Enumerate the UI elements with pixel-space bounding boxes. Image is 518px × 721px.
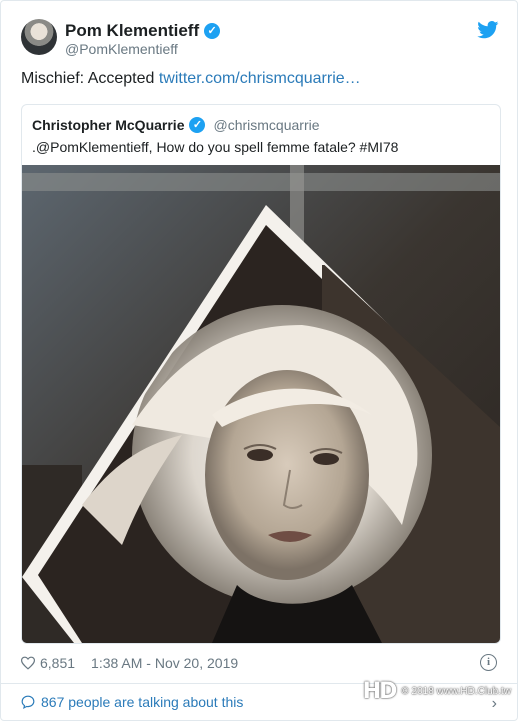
info-icon[interactable]: i <box>480 654 497 671</box>
verified-icon: ✓ <box>204 23 221 39</box>
tweet-text: Mischief: Accepted twitter.com/chrismcqu… <box>21 70 361 88</box>
tweet-timestamp[interactable]: 1:38 AM - Nov 20, 2019 <box>91 655 238 671</box>
author-avatar[interactable] <box>21 19 57 55</box>
like-count[interactable]: 6,851 <box>40 655 75 671</box>
tweet-header: Pom Klementieff ✓ @PomKlementieff <box>21 19 499 59</box>
quoted-tweet-text: .@PomKlementieff, How do you spell femme… <box>32 139 399 155</box>
verified-icon: ✓ <box>189 117 206 133</box>
quoted-author-name[interactable]: Christopher McQuarrie <box>32 117 184 133</box>
tweet-text-body: Mischief: Accepted <box>21 70 159 87</box>
embedded-tweet-card: Pom Klementieff ✓ @PomKlementieff Mischi… <box>0 0 518 721</box>
quoted-tweet[interactable]: Christopher McQuarrie ✓ @chrismcquarrie … <box>21 104 501 644</box>
twitter-bird-icon[interactable] <box>477 21 499 39</box>
conversation-label: 867 people are talking about this <box>41 694 244 710</box>
tweet-link[interactable]: twitter.com/chrismcquarrie… <box>159 70 361 87</box>
author-display-name[interactable]: Pom Klementieff <box>65 21 199 41</box>
author-name-line: Pom Klementieff ✓ <box>65 21 221 41</box>
watermark-logo: HD <box>362 679 398 704</box>
site-watermark: HD © 2018 www.HD.Club.tw <box>363 679 511 704</box>
watermark-text: © 2018 www.HD.Club.tw <box>401 686 511 697</box>
speech-bubble-icon <box>21 695 35 709</box>
heart-icon[interactable] <box>21 656 35 670</box>
author-handle[interactable]: @PomKlementieff <box>65 41 178 57</box>
quoted-author-handle[interactable]: @chrismcquarrie <box>213 117 319 133</box>
tweet-meta: 6,851 1:38 AM - Nov 20, 2019 i <box>21 654 497 672</box>
quoted-tweet-photo[interactable] <box>22 165 500 643</box>
quoted-tweet-header: Christopher McQuarrie ✓ @chrismcquarrie <box>32 117 320 133</box>
conversation-link[interactable]: 867 people are talking about this <box>21 694 243 710</box>
